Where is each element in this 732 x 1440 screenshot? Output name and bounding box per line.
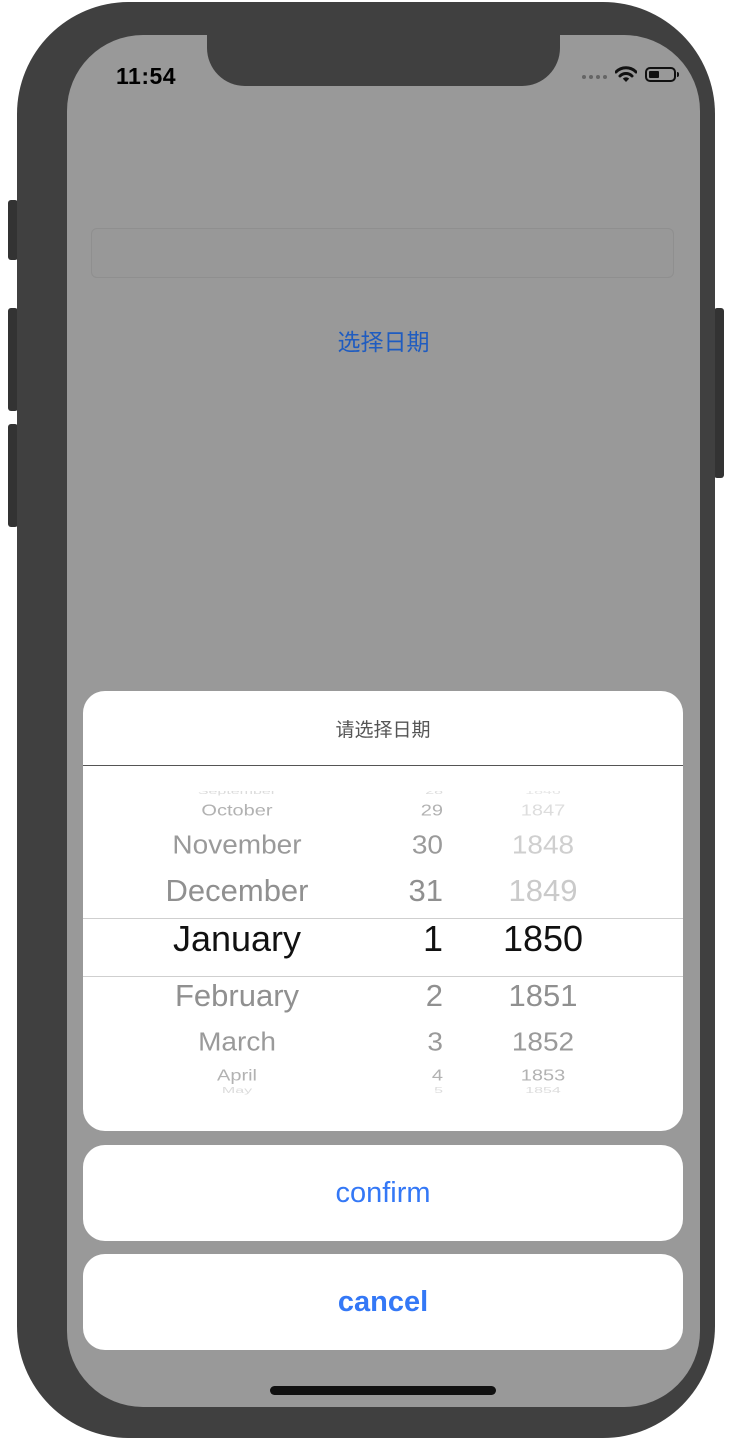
day-option[interactable]: 30 [383,832,443,858]
date-picker-sheet: 请选择日期 September October November December Ja… [83,691,683,1131]
month-option[interactable]: February [127,980,347,1010]
device-frame: 11:54 选择日期 请选择日期 September October Novembe [17,2,715,1438]
battery-icon [645,66,679,82]
month-option[interactable]: March [127,1029,347,1055]
day-option[interactable]: 2 [383,980,443,1010]
year-option[interactable]: 1853 [483,1068,603,1084]
month-option[interactable]: November [127,832,347,858]
status-time: 11:54 [116,63,177,89]
notch [207,35,560,86]
date-field[interactable] [91,228,674,278]
title-divider [83,765,683,766]
day-option[interactable]: 31 [383,875,443,905]
wifi-icon [615,65,637,82]
year-option[interactable]: 1847 [483,803,603,819]
picker-title: 请选择日期 [335,720,431,741]
home-indicator [270,1386,496,1395]
day-option-selected[interactable]: 1 [383,921,443,957]
day-option[interactable]: 28 [383,791,443,796]
year-option-selected[interactable]: 1850 [483,921,603,957]
month-option[interactable]: October [127,803,347,819]
year-option[interactable]: 1854 [483,1087,603,1095]
year-option[interactable]: 1846 [483,791,603,796]
month-option[interactable]: September [127,791,347,796]
selection-bottom-line [83,976,683,977]
day-option[interactable]: 29 [383,803,443,819]
picker-wheel-area[interactable]: September October November December January F… [83,791,683,1101]
month-option[interactable]: April [127,1068,347,1084]
year-option[interactable]: 1849 [483,875,603,905]
select-date-link[interactable]: 选择日期 [67,323,700,357]
day-option[interactable]: 5 [383,1087,443,1095]
year-option[interactable]: 1848 [483,832,603,858]
year-option[interactable]: 1851 [483,980,603,1010]
screen: 11:54 选择日期 请选择日期 September October Novembe [67,35,700,1407]
year-option[interactable]: 1852 [483,1029,603,1055]
status-indicators [582,63,679,85]
cellular-signal-icon [582,69,607,79]
device-power-button [714,308,724,478]
day-option[interactable]: 4 [383,1068,443,1084]
month-option-selected[interactable]: January [127,921,347,957]
cancel-button[interactable]: cancel [83,1254,683,1350]
month-option[interactable]: December [127,875,347,905]
confirm-button[interactable]: confirm [83,1145,683,1241]
month-option[interactable]: May [127,1087,347,1095]
day-option[interactable]: 3 [383,1029,443,1055]
